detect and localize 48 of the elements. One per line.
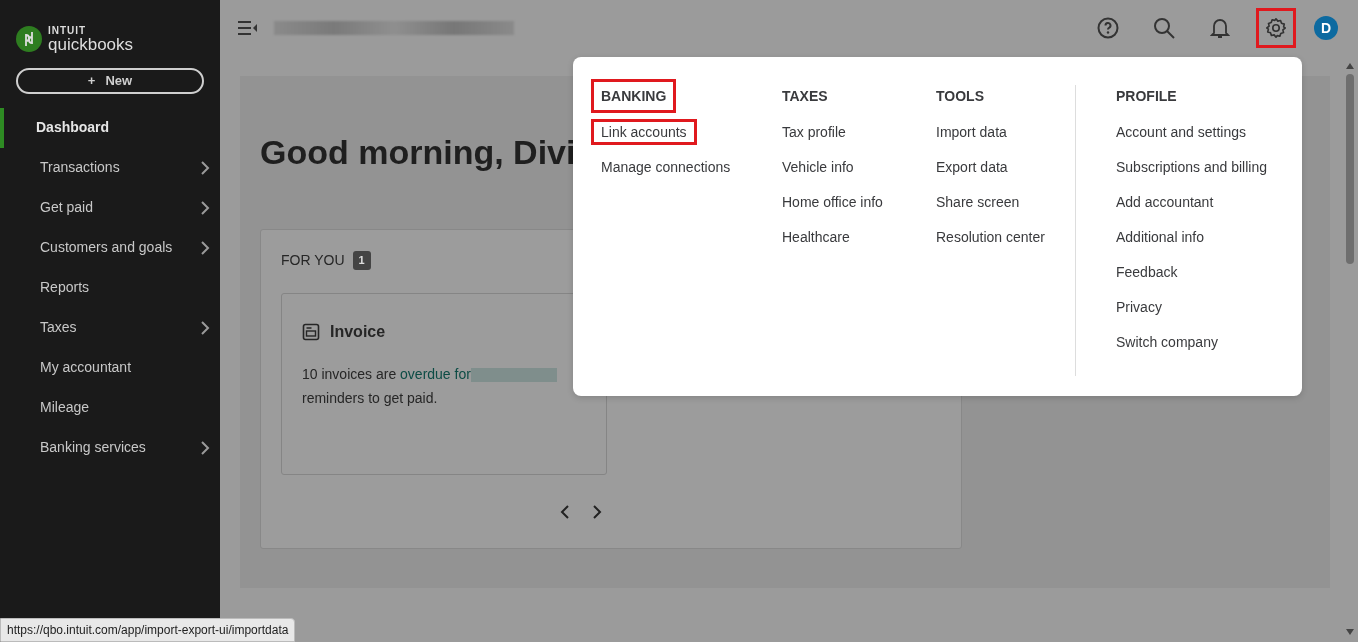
logo-icon: [16, 26, 42, 52]
menu-item[interactable]: Resolution center: [926, 224, 1055, 250]
menu-item[interactable]: Switch company: [1106, 329, 1228, 355]
invoice-icon: [302, 322, 320, 341]
sidebar-item[interactable]: Mileage: [0, 387, 220, 428]
sidebar-item[interactable]: Get paid: [0, 187, 220, 228]
scroll-thumb[interactable]: [1346, 74, 1354, 264]
brand-name: quickbooks: [48, 35, 134, 53]
menu-icon[interactable]: [238, 21, 258, 35]
menu-heading: BANKING: [591, 79, 677, 113]
card-title: Invoice: [330, 321, 386, 342]
menu-item[interactable]: Add accountant: [1106, 189, 1224, 215]
status-url: https://qbo.intuit.com/app/import-export-ui/importdata: [0, 618, 296, 642]
menu-heading: TOOLS: [935, 87, 985, 106]
avatar[interactable]: D: [1314, 16, 1338, 40]
menu-item[interactable]: Link accounts: [591, 119, 697, 145]
sidebar-item[interactable]: My accountant: [0, 347, 220, 388]
menu-heading: PROFILE: [1115, 87, 1178, 106]
menu-item[interactable]: Healthcare: [772, 224, 860, 250]
scroll-up-icon[interactable]: [1345, 62, 1355, 70]
menu-item[interactable]: Tax profile: [772, 119, 856, 145]
menu-item[interactable]: Privacy: [1106, 294, 1172, 320]
sidebar-item[interactable]: Banking services: [0, 427, 220, 468]
menu-item[interactable]: Additional info: [1106, 224, 1214, 250]
count-badge: 1: [352, 251, 371, 270]
new-button[interactable]: + New: [16, 68, 204, 94]
menu-item[interactable]: Home office info: [772, 189, 893, 215]
menu-item[interactable]: Vehicle info: [772, 154, 864, 180]
menu-item[interactable]: Subscriptions and billing: [1106, 154, 1277, 180]
menu-item[interactable]: Manage connections: [591, 154, 741, 180]
sidebar-item[interactable]: Reports: [0, 267, 220, 308]
sidebar-item[interactable]: Transactions: [0, 147, 220, 188]
menu-item[interactable]: Feedback: [1106, 259, 1188, 285]
overdue-link[interactable]: overdue for: [400, 365, 471, 382]
greeting-heading: Good morning, Divi: [260, 132, 576, 173]
sidebar-item[interactable]: Taxes: [0, 307, 220, 348]
menu-heading: TAXES: [781, 87, 829, 106]
settings-icon[interactable]: [1256, 8, 1296, 48]
brand-subtitle: INTUIT: [48, 25, 88, 36]
menu-item[interactable]: Export data: [926, 154, 1018, 180]
menu-item[interactable]: Share screen: [926, 189, 1030, 215]
scroll-down-icon[interactable]: [1345, 628, 1355, 636]
sidebar-item[interactable]: Customers and goals: [0, 227, 220, 268]
card-text: 10 invoices are overdue for reminders to get paid.: [302, 361, 572, 410]
menu-item[interactable]: Account and settings: [1106, 119, 1256, 145]
menu-item[interactable]: Import data: [926, 119, 1017, 145]
sidebar-item[interactable]: Dashboard: [0, 107, 220, 148]
section-title: FOR YOU: [281, 250, 345, 270]
